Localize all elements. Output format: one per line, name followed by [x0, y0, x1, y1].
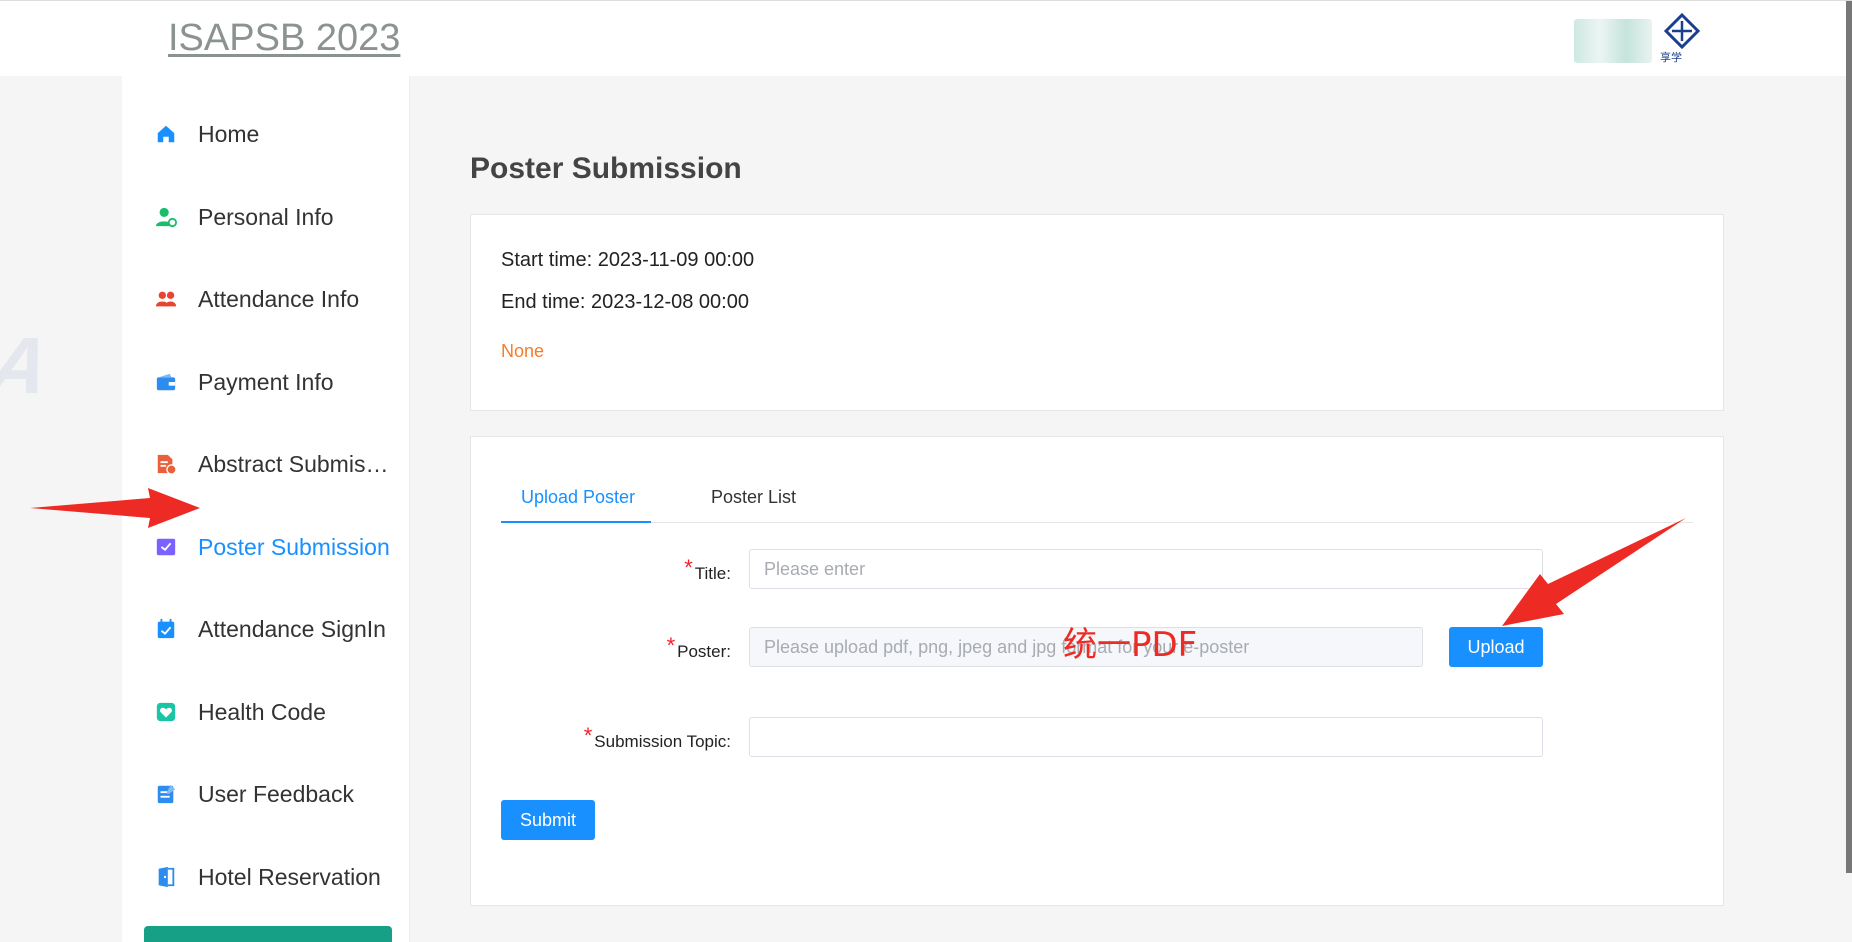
title-input[interactable]	[749, 549, 1543, 589]
sidebar-item-label: Attendance Info	[198, 285, 360, 312]
scrollbar[interactable]	[1846, 1, 1852, 873]
sidebar-item-home[interactable]: Home	[122, 104, 410, 164]
document-clock-icon	[154, 452, 178, 476]
tab-upload-poster[interactable]: Upload Poster	[501, 477, 651, 523]
status-text: None	[501, 341, 545, 361]
feedback-edit-icon	[154, 782, 178, 806]
upload-form-card: Upload Poster Poster List *Title: *Poste…	[470, 436, 1724, 906]
sidebar-item-label: Payment Info	[198, 368, 334, 395]
sidebar-item-label: Home	[198, 120, 260, 147]
tab-poster-list[interactable]: Poster List	[711, 477, 796, 523]
tab-bar: Upload Poster Poster List	[501, 477, 1693, 523]
sidebar-item-label: Poster Submission	[198, 533, 390, 560]
wallet-icon	[154, 370, 178, 394]
sidebar-item-label: Health Code	[198, 698, 326, 725]
annotation-text: 统一PDF	[1063, 625, 1198, 665]
sidebar-item-personal-info[interactable]: Personal Info	[122, 187, 410, 247]
health-shield-icon	[154, 700, 178, 724]
people-icon	[154, 287, 178, 311]
sidebar-item-label: Hotel Reservation	[198, 863, 381, 890]
arrow-annotation-icon	[1502, 518, 1686, 626]
sidebar-item-label: Abstract Submission	[198, 450, 398, 477]
sidebar-item-hotel-reservation[interactable]: Hotel Reservation	[122, 847, 410, 907]
top-header: ISAPSB 2023 享学	[0, 0, 1852, 873]
home-icon	[154, 122, 178, 146]
submit-button[interactable]: Submit	[501, 800, 595, 840]
title-label: * Title:	[684, 555, 731, 583]
user-avatar[interactable]	[1574, 19, 1652, 63]
topic-row: * Submission Topic:	[471, 717, 1725, 757]
app-title[interactable]: ISAPSB 2023	[168, 17, 400, 60]
start-time: Start time: 2023-11-09 00:00	[501, 249, 755, 271]
submission-topic-input[interactable]	[749, 717, 1543, 757]
background-decoration: A	[0, 321, 56, 410]
info-card: Start time: 2023-11-09 00:00 End time: 2…	[470, 214, 1724, 411]
sidebar-item-user-feedback[interactable]: User Feedback	[122, 764, 410, 824]
upload-button[interactable]: Upload	[1449, 627, 1543, 667]
sidebar-item-label: User Feedback	[198, 780, 354, 807]
poster-label: * Poster:	[666, 633, 731, 661]
sidebar-item-label: Attendance SignIn	[198, 615, 386, 642]
sidebar-item-attendance-info[interactable]: Attendance Info	[122, 269, 410, 329]
svg-text:享学: 享学	[1660, 50, 1682, 64]
sidebar-item-health-code[interactable]: Health Code	[122, 682, 410, 742]
page-title: Poster Submission	[470, 152, 742, 185]
end-time: End time: 2023-12-08 00:00	[501, 291, 749, 313]
logo-icon: 享学	[1658, 12, 1706, 65]
calendar-check-icon	[154, 617, 178, 641]
sidebar-item-abstract-submission[interactable]: Abstract Submission	[122, 434, 410, 494]
sidebar-item-payment-info[interactable]: Payment Info	[122, 352, 410, 412]
sidebar-item-label: Personal Info	[198, 203, 334, 230]
topic-label: * Submission Topic:	[583, 723, 731, 751]
poster-icon	[154, 535, 178, 559]
user-settings-icon	[154, 205, 178, 229]
sidebar-item-attendance-signin[interactable]: Attendance SignIn	[122, 599, 410, 659]
hotel-door-icon	[154, 865, 178, 889]
arrow-annotation-icon	[30, 488, 200, 528]
book-hotel-button[interactable]: Book Hot	[144, 926, 392, 942]
